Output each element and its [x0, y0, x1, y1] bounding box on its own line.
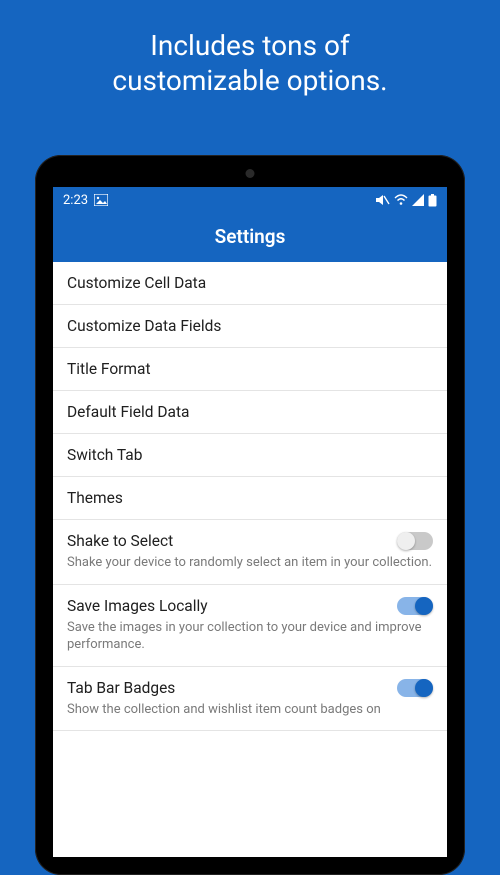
row-label: Title Format [67, 360, 433, 378]
row-customize-cell-data[interactable]: Customize Cell Data [53, 262, 447, 305]
wifi-icon [394, 194, 408, 206]
row-label: Switch Tab [67, 446, 433, 464]
mute-icon [376, 194, 390, 206]
battery-icon [428, 194, 437, 207]
promo-text: Includes tons of customizable options. [0, 0, 500, 118]
image-icon [94, 194, 108, 206]
row-title-format[interactable]: Title Format [53, 348, 447, 391]
row-save-images-locally[interactable]: Save Images Locally Save the images in y… [53, 585, 447, 667]
row-customize-data-fields[interactable]: Customize Data Fields [53, 305, 447, 348]
promo-line2: customizable options. [112, 64, 387, 97]
row-label: Tab Bar Badges [67, 679, 175, 697]
row-default-field-data[interactable]: Default Field Data [53, 391, 447, 434]
row-shake-to-select[interactable]: Shake to Select Shake your device to ran… [53, 520, 447, 585]
row-label: Customize Data Fields [67, 317, 433, 335]
toggle-switch[interactable] [397, 597, 433, 615]
signal-icon [412, 194, 424, 206]
row-themes[interactable]: Themes [53, 477, 447, 520]
promo-line1: Includes tons of [150, 29, 349, 62]
row-label: Save Images Locally [67, 597, 208, 615]
device-frame: 2:23 Settings Customize Cell Data Custom… [35, 155, 465, 875]
toggle-switch[interactable] [397, 679, 433, 697]
row-label: Shake to Select [67, 532, 173, 550]
row-subtitle: Show the collection and wishlist item co… [67, 701, 433, 719]
app-bar: Settings [53, 213, 447, 262]
settings-list[interactable]: Customize Cell Data Customize Data Field… [53, 262, 447, 857]
app-bar-title: Settings [215, 225, 286, 248]
status-bar: 2:23 [53, 187, 447, 213]
row-label: Customize Cell Data [67, 274, 433, 292]
row-switch-tab[interactable]: Switch Tab [53, 434, 447, 477]
row-subtitle: Shake your device to randomly select an … [67, 554, 433, 572]
toggle-switch[interactable] [397, 532, 433, 550]
device-screen: 2:23 Settings Customize Cell Data Custom… [53, 187, 447, 857]
row-label: Themes [67, 489, 433, 507]
status-time: 2:23 [63, 193, 88, 208]
row-tab-bar-badges[interactable]: Tab Bar Badges Show the collection and w… [53, 667, 447, 732]
device-camera [246, 169, 255, 178]
row-label: Default Field Data [67, 403, 433, 421]
row-subtitle: Save the images in your collection to yo… [67, 619, 433, 654]
